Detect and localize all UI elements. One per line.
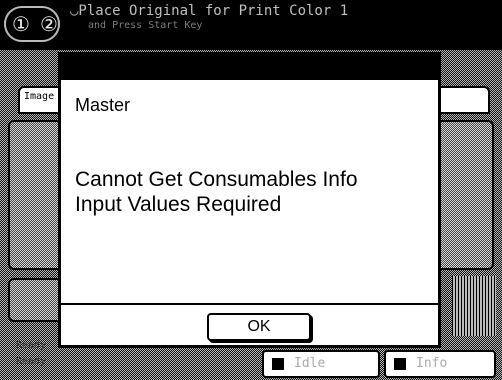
info-button: Info xyxy=(384,350,496,378)
dialog-title: Master xyxy=(75,95,131,115)
info-icon xyxy=(394,358,406,370)
info-label: Info xyxy=(416,356,448,371)
status-submessage: and Press Start Key xyxy=(88,20,203,31)
idle-label: Idle xyxy=(294,356,326,371)
idle-button: Idle xyxy=(262,350,380,378)
message-dialog: Master Cannot Get Consumables Info Input… xyxy=(58,52,441,348)
idle-icon xyxy=(272,358,284,370)
dialog-divider xyxy=(61,303,438,305)
ok-button[interactable]: OK xyxy=(207,313,311,341)
bg-striped-area xyxy=(452,276,496,336)
set-count-indicator: ① ② xyxy=(4,6,60,42)
tab-image-label: Image xyxy=(24,91,55,102)
status-message: ◡Place Original for Print Color 1 xyxy=(70,3,349,19)
status-bar: ① ② ◡Place Original for Print Color 1 an… xyxy=(0,0,502,50)
bottom-left-label-top: Ready xyxy=(16,340,47,351)
bottom-left-label-bottom: Ready xyxy=(16,356,47,367)
set-count: ① ② xyxy=(12,12,58,36)
dialog-message: Cannot Get Consumables Info Input Values… xyxy=(75,168,358,216)
dialog-title-bar xyxy=(61,55,438,80)
